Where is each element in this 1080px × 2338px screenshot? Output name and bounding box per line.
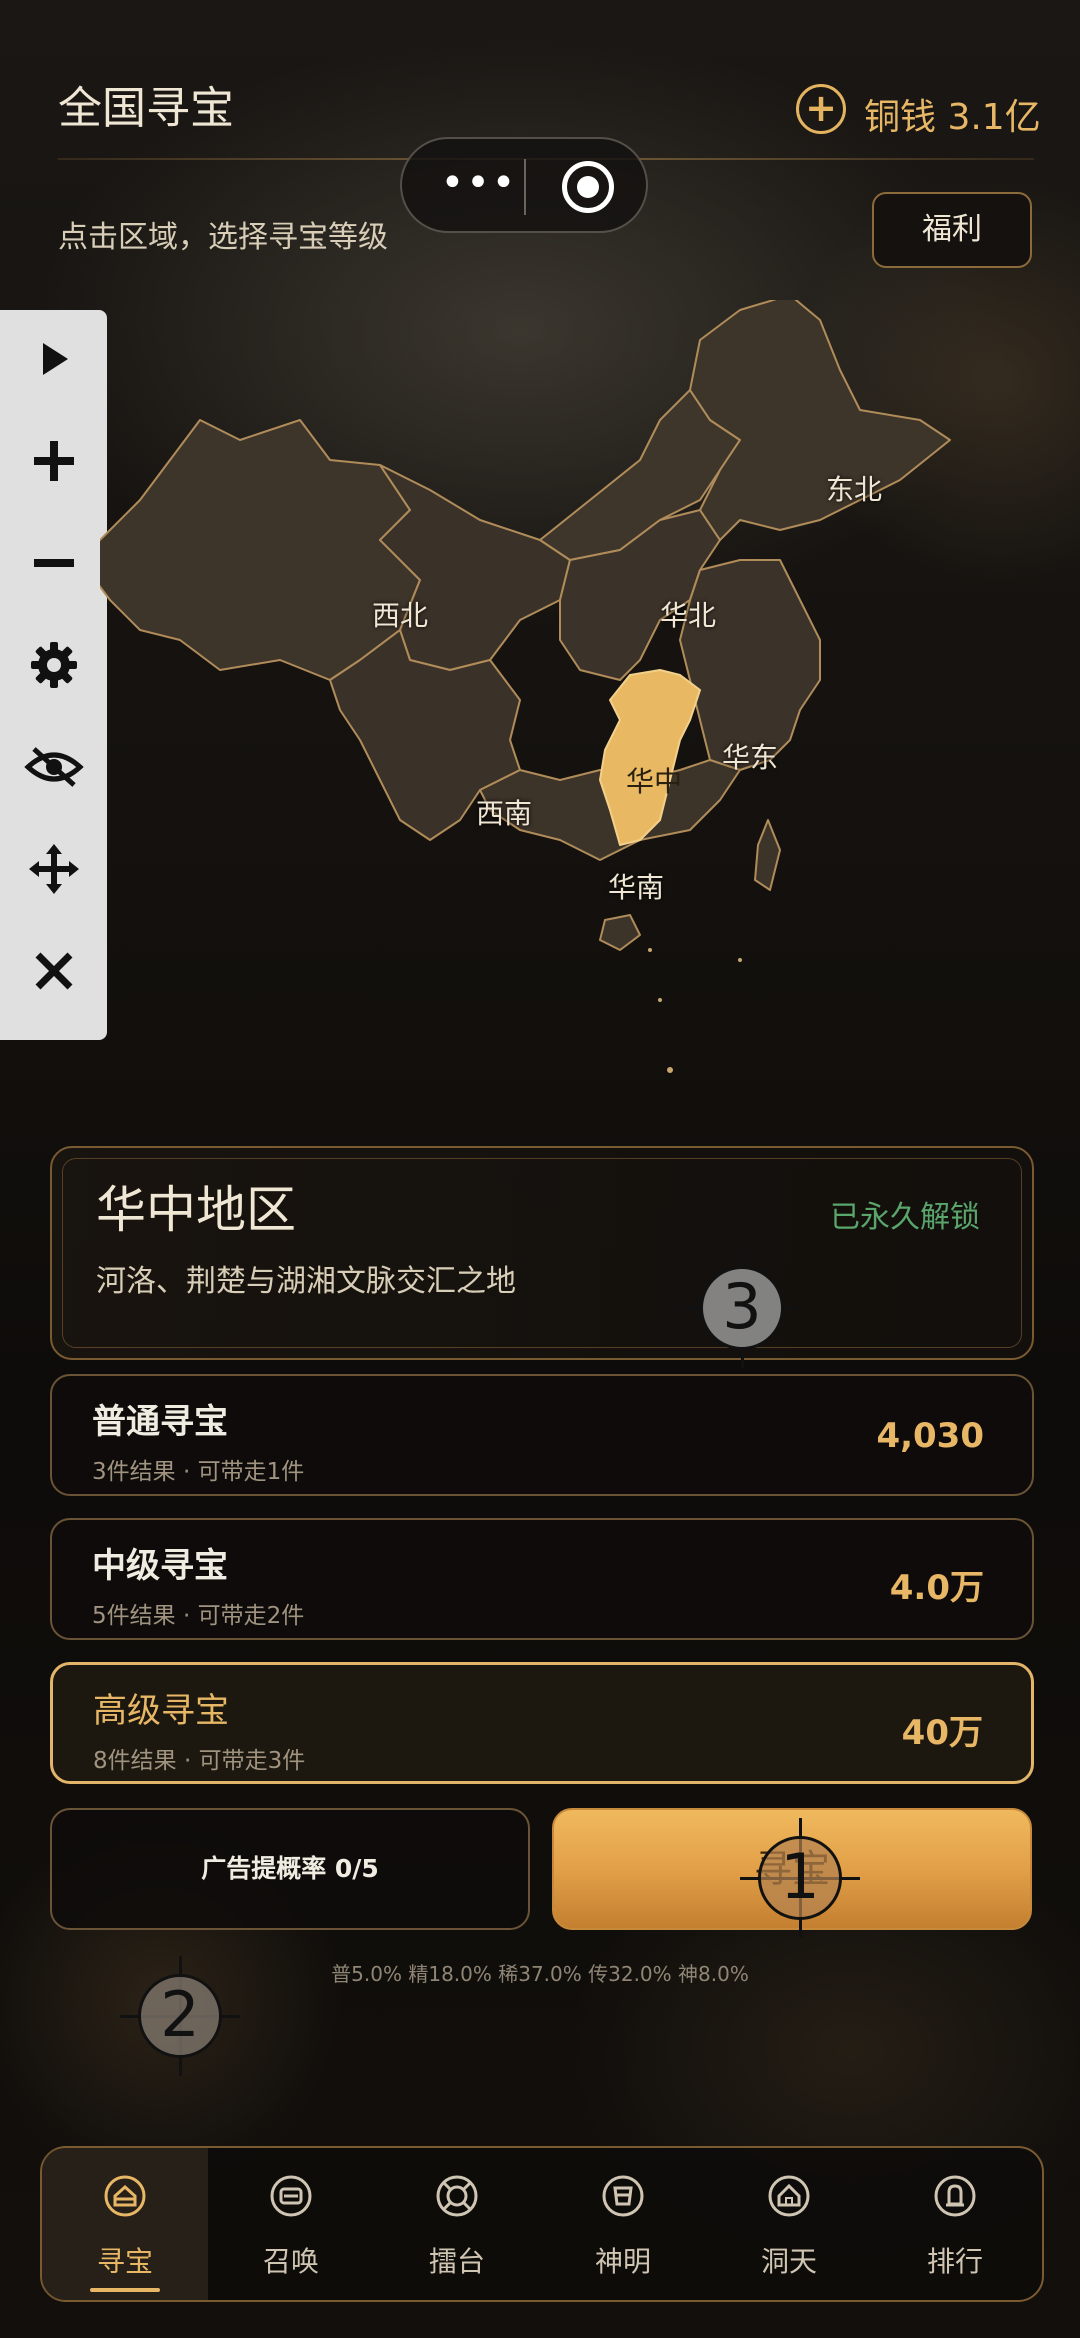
- mini-program-capsule: •••: [400, 137, 648, 233]
- tier-option-advanced[interactable]: 高级寻宝 8件结果 · 可带走3件 40万: [50, 1662, 1034, 1784]
- summon-icon: [270, 2175, 312, 2217]
- annotation-marker-1: 1: [740, 1818, 860, 1938]
- more-menu-icon[interactable]: •••: [436, 161, 522, 205]
- tier-price: 40万: [901, 1713, 983, 1753]
- map-label-southwest[interactable]: 西南: [476, 792, 532, 832]
- map-label-northwest[interactable]: 西北: [372, 594, 428, 634]
- nav-label: 排行: [926, 2245, 983, 2278]
- welfare-button[interactable]: 福利: [872, 192, 1032, 268]
- map-label-south[interactable]: 华南: [608, 866, 664, 906]
- annotation-marker-3: 3: [682, 1248, 802, 1368]
- map-region-hainan: [599, 914, 641, 951]
- ranking-icon: [934, 2175, 976, 2217]
- map-label-northeast[interactable]: 东北: [826, 468, 882, 508]
- nav-tab-summon[interactable]: 召唤: [208, 2148, 374, 2300]
- capsule-divider: [524, 159, 526, 215]
- page-subtitle: 点击区域，选择寻宝等级: [58, 220, 388, 255]
- page-title: 全国寻宝: [58, 83, 234, 134]
- close-icon[interactable]: [0, 926, 107, 1016]
- gear-icon[interactable]: [0, 620, 107, 710]
- tier-detail: 8件结果 · 可带走3件: [93, 1748, 306, 1774]
- map-region-taiwan: [754, 819, 781, 891]
- coin-balance: 铜钱 3.1亿: [864, 97, 1041, 138]
- tier-option-intermediate[interactable]: 中级寻宝 5件结果 · 可带走2件 4.0万: [50, 1518, 1034, 1640]
- tier-detail: 5件结果 · 可带走2件: [92, 1603, 305, 1629]
- china-region-map: [100, 300, 951, 1073]
- minus-icon[interactable]: [0, 518, 107, 608]
- nav-label: 擂台: [428, 2245, 485, 2278]
- unlock-status-badge: 已永久解锁: [830, 1200, 980, 1235]
- map-label-central[interactable]: 华中: [626, 760, 682, 800]
- tier-detail: 3件结果 · 可带走1件: [92, 1459, 305, 1485]
- marker-number: 2: [160, 1978, 200, 2051]
- tier-option-basic[interactable]: 普通寻宝 3件结果 · 可带走1件 4,030: [50, 1374, 1034, 1496]
- map-region-northwest-east: [379, 464, 571, 671]
- nav-tab-deity[interactable]: 神明: [540, 2148, 706, 2300]
- tier-name: 中级寻宝: [92, 1546, 228, 1586]
- bottom-navigation: 寻宝 召唤 擂台 神明 洞天 排行: [40, 2146, 1044, 2302]
- region-name: 华中地区: [96, 1181, 296, 1239]
- nav-tab-arena[interactable]: 擂台: [374, 2148, 540, 2300]
- arena-icon: [436, 2175, 478, 2217]
- tier-price: 4.0万: [889, 1568, 984, 1608]
- map-region-northwest: [100, 419, 421, 681]
- eye-off-icon[interactable]: [0, 722, 107, 812]
- nav-tab-ranking[interactable]: 排行: [872, 2148, 1038, 2300]
- cave-icon: [768, 2175, 810, 2217]
- nav-label: 召唤: [262, 2245, 319, 2278]
- tier-price: 4,030: [876, 1416, 984, 1456]
- nav-label: 洞天: [760, 2245, 817, 2278]
- floating-toolbar: [0, 310, 107, 1040]
- nav-label: 神明: [594, 2245, 651, 2278]
- deity-icon: [602, 2175, 644, 2217]
- map-label-north[interactable]: 华北: [660, 594, 716, 634]
- play-icon[interactable]: [0, 314, 107, 404]
- plus-icon[interactable]: [0, 416, 107, 506]
- active-tab-indicator: [90, 2288, 160, 2292]
- move-icon[interactable]: [0, 824, 107, 914]
- marker-number: 3: [722, 1270, 762, 1343]
- tier-name: 高级寻宝: [93, 1691, 229, 1731]
- region-description: 河洛、荆楚与湖湘文脉交汇之地: [96, 1264, 516, 1299]
- annotation-marker-2: 2: [120, 1956, 240, 2076]
- nav-label: 寻宝: [96, 2245, 153, 2278]
- nav-tab-treasure[interactable]: 寻宝: [42, 2148, 208, 2300]
- close-miniprogram-icon[interactable]: [562, 161, 614, 213]
- map-region-northeast: [689, 300, 951, 541]
- marker-number: 1: [780, 1840, 820, 1913]
- map-label-east[interactable]: 华东: [722, 736, 778, 776]
- nav-tab-cave[interactable]: 洞天: [706, 2148, 872, 2300]
- tier-name: 普通寻宝: [92, 1402, 228, 1442]
- treasure-icon: [104, 2175, 146, 2217]
- add-coins-button[interactable]: +: [796, 84, 846, 134]
- ad-boost-button[interactable]: 广告提概率 0/5: [50, 1808, 530, 1930]
